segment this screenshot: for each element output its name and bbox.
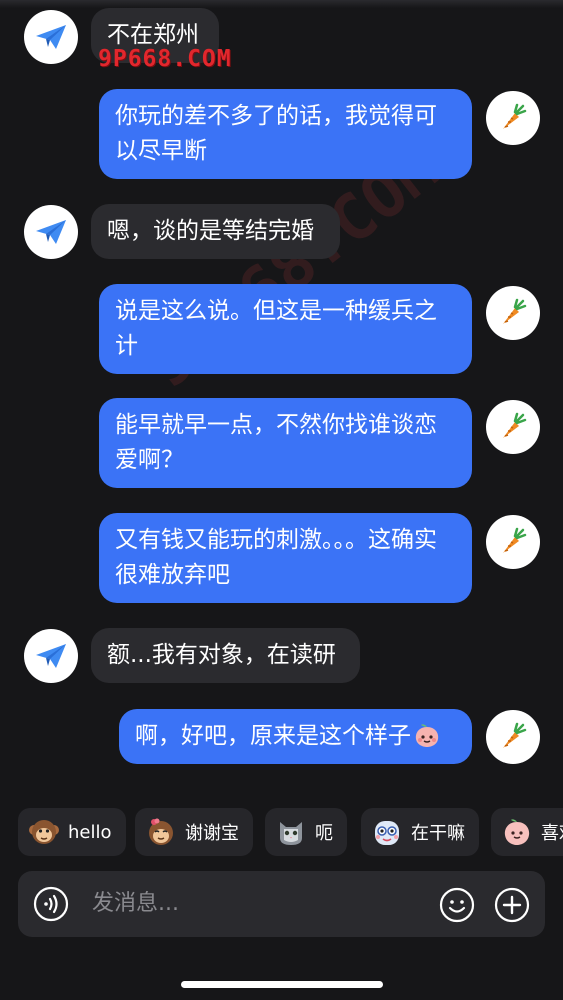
contact-avatar[interactable] <box>24 10 78 64</box>
message-text: 额...我有对象，在读研 <box>107 642 336 668</box>
contact-avatar[interactable] <box>24 205 78 259</box>
message-composer[interactable]: 发消息... <box>18 871 545 937</box>
message-bubble-outgoing[interactable]: 你玩的差不多了的话，我觉得可以尽早断 <box>99 89 472 179</box>
message-bubble-incoming[interactable]: 额...我有对象，在读研 <box>91 628 360 683</box>
quick-reply-bar[interactable]: hello 谢谢宝 呃 在干嘛 喜 <box>0 808 563 858</box>
quick-reply-chip[interactable]: 在干嘛 <box>361 808 479 856</box>
message-bubble-incoming[interactable]: 嗯，谈的是等结完婚 <box>91 204 340 259</box>
paper-plane-icon <box>36 644 66 668</box>
message-text: 能早就早一点，不然你找谁谈恋爱啊？ <box>115 412 437 473</box>
paper-plane-icon <box>36 25 66 49</box>
self-avatar[interactable] <box>486 286 540 340</box>
emoji-icon[interactable] <box>439 887 475 923</box>
message-text: 你玩的差不多了的话，我觉得可以尽早断 <box>115 103 437 164</box>
carrot-icon <box>503 298 527 324</box>
monkey-icon <box>29 820 59 844</box>
plus-icon[interactable] <box>494 887 530 923</box>
message-bubble-outgoing[interactable]: 能早就早一点，不然你找谁谈恋爱啊？ <box>99 398 472 488</box>
self-avatar[interactable] <box>486 400 540 454</box>
peach-face-icon <box>415 724 439 747</box>
chat-screen: 9P668.COM 不在郑州 9P668.COM 你玩的差不多了的话，我觉得可以… <box>0 0 563 1000</box>
quick-reply-label: 在干嘛 <box>411 823 465 844</box>
message-bubble-outgoing[interactable]: 又有钱又能玩的刺激。。。这确实很难放弃吧 <box>99 513 472 603</box>
quick-reply-chip[interactable]: hello <box>18 808 126 856</box>
watermark: 9P668.COM <box>98 46 232 72</box>
message-text: 嗯，谈的是等结完婚 <box>107 218 314 244</box>
carrot-icon <box>503 412 527 438</box>
contact-avatar[interactable] <box>24 629 78 683</box>
message-bubble-outgoing[interactable]: 说是这么说。但这是一种缓兵之计 <box>99 284 472 374</box>
message-input[interactable]: 发消息... <box>92 890 179 918</box>
cartoon-face-icon <box>375 821 399 845</box>
quick-reply-label: 喜欢 <box>541 823 563 844</box>
quick-reply-label: 谢谢宝 <box>185 823 239 844</box>
cat-icon <box>280 822 302 845</box>
quick-reply-chip[interactable]: 谢谢宝 <box>135 808 253 856</box>
message-text: 不在郑州 <box>107 22 199 48</box>
message-text: 说是这么说。但这是一种缓兵之计 <box>115 298 437 359</box>
message-list[interactable]: 9P668.COM 不在郑州 9P668.COM 你玩的差不多了的话，我觉得可以… <box>0 0 563 790</box>
message-text: 啊，好吧，原来是这个样子 <box>135 723 411 749</box>
carrot-icon <box>503 103 527 129</box>
carrot-icon <box>503 722 527 748</box>
self-avatar[interactable] <box>486 91 540 145</box>
quick-reply-label: hello <box>68 821 112 843</box>
paper-plane-icon <box>36 220 66 244</box>
quick-reply-label: 呃 <box>315 823 333 844</box>
monkey-flower-icon <box>149 818 173 845</box>
message-bubble-outgoing[interactable]: 啊，好吧，原来是这个样子 <box>119 709 472 764</box>
self-avatar[interactable] <box>486 710 540 764</box>
message-text: 又有钱又能玩的刺激。。。这确实很难放弃吧 <box>115 527 437 588</box>
quick-reply-chip[interactable]: 呃 <box>265 808 347 856</box>
quick-reply-chip[interactable]: 喜欢 <box>491 808 563 856</box>
voice-input-icon[interactable] <box>33 886 69 922</box>
self-avatar[interactable] <box>486 515 540 569</box>
peach-character-icon <box>504 819 530 845</box>
carrot-icon <box>503 527 527 553</box>
home-indicator[interactable] <box>181 981 383 988</box>
